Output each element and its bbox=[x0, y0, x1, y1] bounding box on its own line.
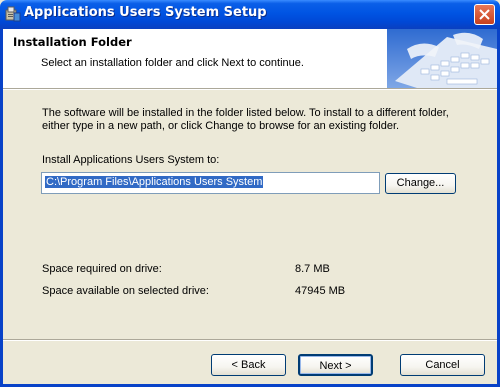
setup-window: Applications Users System Setup Installa… bbox=[0, 0, 500, 387]
header-divider bbox=[3, 89, 497, 90]
space-required-label: Space required on drive: bbox=[42, 263, 162, 275]
title-bar[interactable]: Applications Users System Setup bbox=[0, 0, 500, 29]
install-path-label: Install Applications Users System to: bbox=[42, 154, 220, 166]
install-path-input[interactable]: C:\Program Files\Applications Users Syst… bbox=[41, 172, 380, 194]
header-banner: Installation Folder Select an installati… bbox=[3, 29, 497, 89]
change-button[interactable]: Change... bbox=[385, 173, 456, 194]
footer-divider bbox=[3, 339, 497, 341]
page-subtitle: Select an installation folder and click … bbox=[41, 57, 304, 69]
next-button[interactable]: Next > bbox=[298, 354, 373, 376]
close-button[interactable] bbox=[474, 4, 495, 25]
cancel-button[interactable]: Cancel bbox=[400, 354, 485, 376]
installer-icon bbox=[5, 6, 21, 22]
close-icon bbox=[479, 9, 490, 20]
back-button[interactable]: < Back bbox=[211, 354, 286, 376]
keyboard-image bbox=[387, 29, 497, 88]
description-text: The software will be installed in the fo… bbox=[42, 107, 449, 132]
page-title: Installation Folder bbox=[13, 35, 132, 49]
space-available-label: Space available on selected drive: bbox=[42, 285, 209, 297]
space-available-value: 47945 MB bbox=[295, 285, 346, 297]
install-path-value: C:\Program Files\Applications Users Syst… bbox=[45, 176, 264, 188]
space-required-value: 8.7 MB bbox=[295, 263, 330, 275]
window-title: Applications Users System Setup bbox=[24, 5, 267, 20]
